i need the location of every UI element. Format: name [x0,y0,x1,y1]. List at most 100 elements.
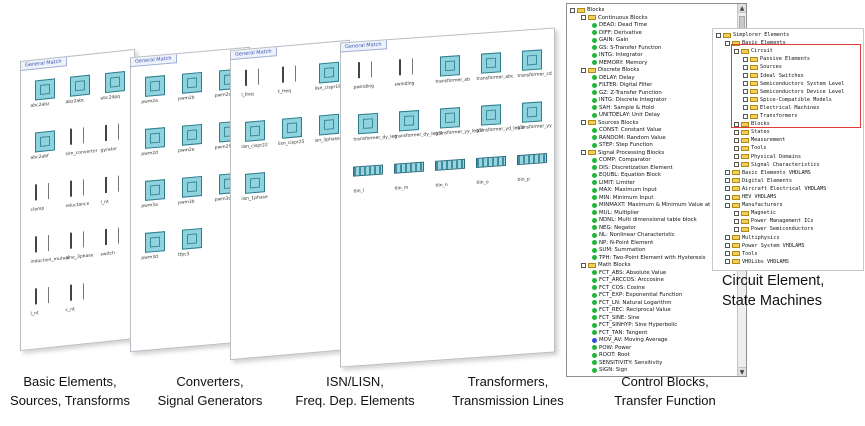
component-icon[interactable] [34,287,49,305]
tree-item[interactable]: SIGN: Sign [567,366,737,374]
component-icon[interactable] [439,107,460,129]
expand-icon[interactable] [734,129,739,135]
component-icon[interactable] [245,172,266,194]
component-icon[interactable] [352,164,383,177]
tree-item[interactable]: Magnetic [713,209,863,217]
component-icon[interactable] [182,227,202,250]
tree-item[interactable]: Multiphysics [713,234,863,242]
panel-tab[interactable]: General Match [21,57,67,71]
component-icon[interactable] [69,231,84,249]
scroll-down-arrow-icon[interactable]: ▼ [738,367,746,376]
component-icon[interactable] [357,61,372,79]
component-icon[interactable] [245,68,260,86]
tree-item[interactable]: States [713,128,863,136]
expand-icon[interactable] [734,145,739,151]
expand-icon[interactable] [734,226,739,232]
component-icon[interactable] [318,113,339,136]
component-icon[interactable] [104,123,119,142]
caption-converters: Converters, Signal Generators [150,372,270,410]
scroll-up-arrow-icon[interactable]: ▲ [738,4,746,13]
component-icon[interactable] [69,283,84,301]
expand-icon[interactable] [725,259,730,265]
expand-icon[interactable] [734,218,739,224]
component-icon[interactable] [398,110,419,132]
expand-icon[interactable] [734,154,739,159]
component-icon[interactable] [69,74,90,97]
component-icon[interactable] [182,71,202,94]
component-icon[interactable] [145,127,166,149]
component-icon[interactable] [69,127,84,145]
tree-item[interactable]: Manufacturers [713,201,863,209]
expand-icon[interactable] [725,186,730,192]
component-icon[interactable] [398,58,413,76]
component-icon[interactable] [69,179,84,197]
component-icon[interactable] [521,49,542,71]
tree-item[interactable]: Power Semiconductors [713,225,863,233]
component-icon[interactable] [34,235,49,253]
panel-tab[interactable]: General Match [231,47,277,61]
collapse-icon[interactable] [581,120,586,125]
expand-icon[interactable] [725,178,730,184]
component-icon[interactable] [182,123,202,146]
tree-item[interactable]: Aircraft Electrical VHDLAMS [713,185,863,193]
component-icon[interactable] [434,158,465,171]
component-icon[interactable] [145,75,166,97]
component-icon[interactable] [34,78,55,101]
component-icon[interactable] [480,104,501,126]
tree-item[interactable]: VHDLibs VHDLAMS [713,258,863,266]
component-icon[interactable] [480,52,501,74]
tree-item[interactable]: Digital Elements [713,177,863,185]
expand-icon[interactable] [725,40,730,46]
tree-item[interactable]: Tools [713,250,863,258]
expand-icon[interactable] [725,235,730,240]
component-icon[interactable] [145,179,166,201]
panel-tab[interactable]: General Match [131,54,177,68]
tree-item[interactable]: Power System VHDLAMS [713,242,863,250]
expand-icon[interactable] [725,251,730,257]
component-icon[interactable] [318,61,339,84]
tree-item[interactable]: HEV VHDLAMS [713,193,863,201]
expand-icon[interactable] [734,137,739,143]
component-icon[interactable] [34,130,55,153]
expand-icon[interactable] [725,170,730,176]
component-icon[interactable] [393,161,424,174]
expand-icon[interactable] [725,194,730,200]
tree-item[interactable]: Basic Elements VHDLAMS [713,169,863,177]
component-icon[interactable] [245,120,266,142]
expand-icon[interactable] [716,32,721,38]
component-icon[interactable] [475,155,506,169]
tree-item[interactable]: Tools [713,144,863,152]
expand-icon[interactable] [725,243,730,249]
tree-item[interactable]: Signal Characteristics [713,161,863,169]
component-icon[interactable] [357,112,378,135]
collapse-icon[interactable] [581,262,586,268]
tree-item[interactable]: Measurement [713,136,863,144]
component-icon[interactable] [104,175,119,194]
tree-item[interactable]: Simplorer Elements [713,31,863,39]
component-icon[interactable] [182,175,202,198]
component-icon[interactable] [282,65,296,83]
component-label: pwm2e [178,147,195,155]
caption-line: ISN/LISN, [326,374,384,389]
collapse-icon[interactable] [581,15,586,20]
tree-item[interactable]: Physical Domains [713,153,863,161]
component-icon[interactable] [104,227,119,246]
expand-icon[interactable] [734,210,739,216]
expand-icon[interactable] [725,202,730,208]
collapse-icon[interactable] [581,67,586,73]
expand-icon[interactable] [734,162,739,168]
component-icon[interactable] [145,231,166,253]
component-label: pwm3b [178,199,195,207]
component-icon[interactable] [439,55,460,77]
component-icon[interactable] [104,71,125,94]
tree-item[interactable]: Power Management ICs [713,217,863,225]
caption-transformers: Transformers, Transmission Lines [448,372,568,410]
collapse-icon[interactable] [581,150,586,155]
component-icon[interactable] [282,116,302,139]
collapse-icon[interactable] [570,7,575,13]
component-icon[interactable] [34,183,49,201]
component-icon[interactable] [516,153,547,166]
component-icon[interactable] [521,101,542,123]
panel-tab[interactable]: General Match [341,40,387,53]
elements-tree-window: Simplorer Elements Basic Elements Circuit P… [712,28,864,271]
